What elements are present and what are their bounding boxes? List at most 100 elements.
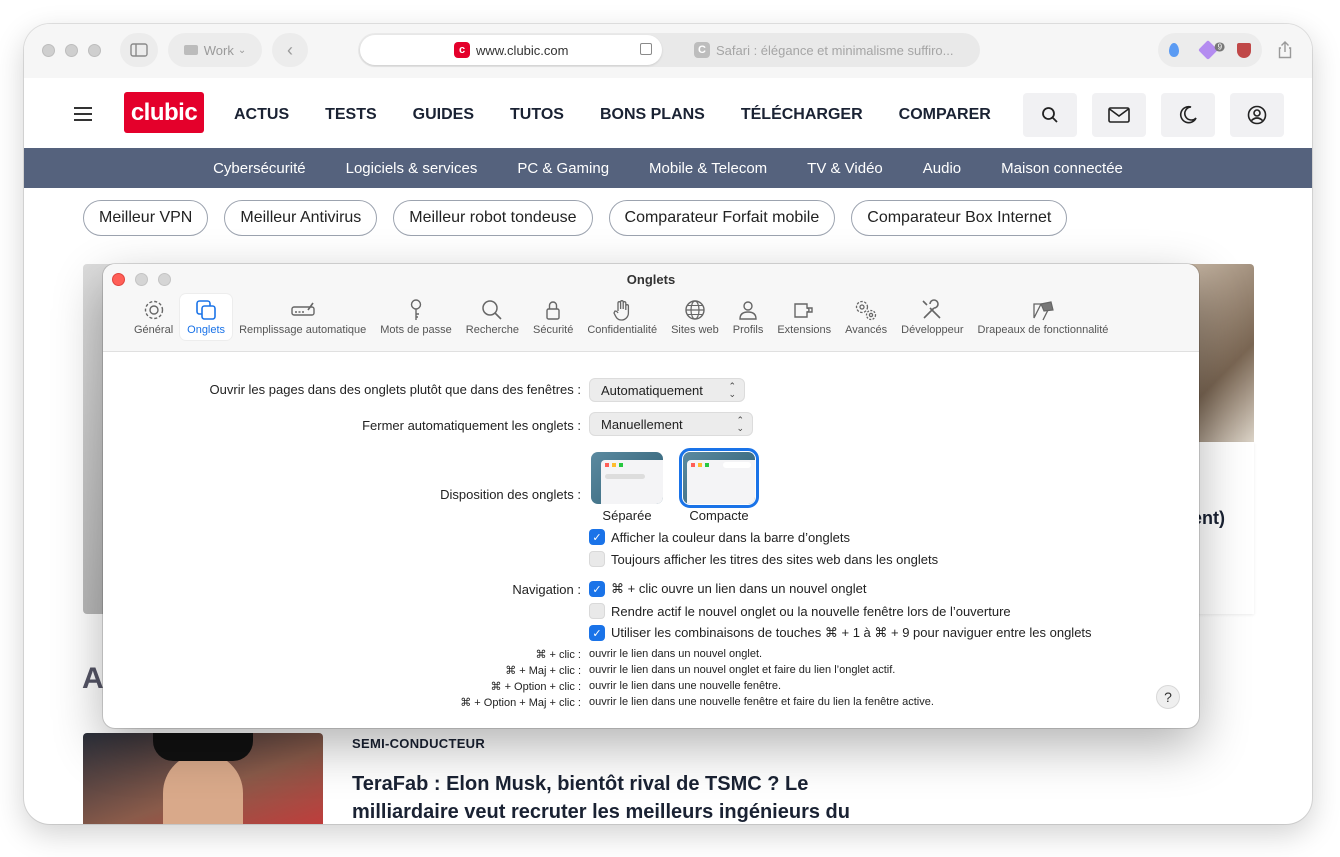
- moon-icon: [1180, 105, 1197, 124]
- checkbox-empty: [589, 603, 605, 619]
- cmd-click-checkbox[interactable]: ✓ ⌘ + clic ouvre un lien dans un nouvel …: [589, 581, 866, 597]
- thumb-dots: [605, 463, 623, 467]
- shield-extension-icon[interactable]: [1237, 42, 1251, 58]
- cmd-number-label: Utiliser les combinaisons de touches ⌘ +…: [611, 625, 1092, 640]
- search-button[interactable]: [1023, 93, 1077, 137]
- close-window-button[interactable]: [42, 44, 55, 57]
- open-pages-label: Ouvrir les pages dans des onglets plutôt…: [209, 382, 581, 397]
- menu-icon[interactable]: [74, 107, 92, 121]
- gears-icon: [856, 300, 877, 321]
- article-category[interactable]: SEMI-CONDUCTEUR: [352, 736, 485, 751]
- tab-profiles[interactable]: Profils: [726, 294, 771, 340]
- search-icon: [1042, 107, 1058, 123]
- article-image-face: [163, 753, 243, 824]
- help-button[interactable]: ?: [1156, 685, 1180, 709]
- chevron-left-icon: ‹: [287, 39, 293, 60]
- show-color-checkbox[interactable]: ✓ Afficher la couleur dans la barre d’on…: [589, 529, 850, 545]
- share-button[interactable]: [1268, 33, 1302, 67]
- profile-selector[interactable]: Work ⌄: [168, 33, 262, 67]
- search-icon: [482, 300, 502, 320]
- tab-websites-label: Sites web: [671, 324, 719, 336]
- layout-separated-thumb[interactable]: [591, 452, 663, 504]
- nav-item-telecharger[interactable]: TÉLÉCHARGER: [741, 106, 863, 124]
- chip-forfait-mobile[interactable]: Comparateur Forfait mobile: [608, 200, 836, 236]
- tab-websites[interactable]: Sites web: [664, 294, 726, 340]
- shortcut-key: ⌘ + Option + Maj + clic :: [460, 697, 581, 709]
- tab-advanced[interactable]: Avancés: [838, 294, 894, 340]
- checkmark-icon: ✓: [589, 581, 605, 597]
- nav-item-guides[interactable]: GUIDES: [413, 106, 474, 124]
- category-logiciels[interactable]: Logiciels & services: [346, 160, 478, 177]
- tab-developer[interactable]: Développeur: [894, 294, 970, 340]
- chip-meilleur-vpn[interactable]: Meilleur VPN: [83, 200, 209, 236]
- zoom-window-button[interactable]: [88, 44, 101, 57]
- extensions-group: 9: [1158, 33, 1262, 67]
- shortcut-desc: ouvrir le lien dans une nouvelle fenêtre…: [589, 680, 782, 692]
- sidebar-toggle-button[interactable]: [120, 33, 158, 67]
- chip-robot-tondeuse[interactable]: Meilleur robot tondeuse: [393, 200, 593, 236]
- nav-item-tutos[interactable]: TUTOS: [510, 106, 564, 124]
- mail-icon: [1108, 107, 1130, 123]
- layout-compact-thumb[interactable]: [679, 448, 759, 508]
- browser-toolbar: Work ⌄ ‹ c www.clubic.com C Safari : élé…: [24, 24, 1312, 78]
- nav-item-bons-plans[interactable]: BONS PLANS: [600, 106, 705, 124]
- category-mobile[interactable]: Mobile & Telecom: [649, 160, 767, 177]
- tab-privacy[interactable]: Confidentialité: [580, 294, 664, 340]
- gem-extension-icon[interactable]: 9: [1198, 40, 1226, 60]
- newsletter-button[interactable]: [1092, 93, 1146, 137]
- prefs-title: Onglets: [626, 272, 676, 287]
- article-image[interactable]: [83, 733, 323, 824]
- back-button[interactable]: ‹: [272, 33, 308, 67]
- tab-onglets[interactable]: Onglets: [180, 294, 233, 340]
- category-cybersecurite[interactable]: Cybersécurité: [213, 160, 306, 177]
- puzzle-icon: [794, 303, 813, 318]
- tab-search[interactable]: Recherche: [459, 294, 526, 340]
- updown-chevron-icon: ⌃ ⌄: [728, 381, 736, 399]
- tab-passwords[interactable]: Mots de passe: [373, 294, 459, 340]
- tab-security[interactable]: Sécurité: [526, 294, 580, 340]
- person-icon: [739, 301, 757, 320]
- chip-box-internet[interactable]: Comparateur Box Internet: [851, 200, 1068, 236]
- user-icon: [1247, 105, 1267, 125]
- auto-close-select[interactable]: Manuellement ⌃ ⌄: [589, 412, 753, 436]
- navigation-label: Navigation :: [512, 582, 581, 597]
- chip-meilleur-antivirus[interactable]: Meilleur Antivirus: [224, 200, 378, 236]
- category-pc-gaming[interactable]: PC & Gaming: [517, 160, 609, 177]
- nav-item-comparer[interactable]: COMPARER: [899, 106, 991, 124]
- category-tv-video[interactable]: TV & Vidéo: [807, 160, 883, 177]
- address-url[interactable]: www.clubic.com: [476, 43, 568, 58]
- make-active-checkbox[interactable]: Rendre actif le nouvel onglet ou la nouv…: [589, 603, 1011, 619]
- chevron-down-icon: ⌄: [237, 44, 247, 56]
- clubic-logo[interactable]: clubic: [124, 92, 204, 133]
- main-nav: ACTUS TESTS GUIDES TUTOS BONS PLANS TÉLÉ…: [234, 106, 991, 124]
- article-title[interactable]: TeraFab : Elon Musk, bientôt rival de TS…: [352, 770, 912, 824]
- cmd-number-checkbox[interactable]: ✓ Utiliser les combinaisons de touches ⌘…: [589, 625, 1092, 641]
- nav-item-tests[interactable]: TESTS: [325, 106, 377, 124]
- dark-mode-button[interactable]: [1161, 93, 1215, 137]
- article-image-cap: [153, 733, 253, 761]
- account-button[interactable]: [1230, 93, 1284, 137]
- category-audio[interactable]: Audio: [923, 160, 961, 177]
- always-show-titles-checkbox[interactable]: Toujours afficher les titres des sites w…: [589, 551, 938, 567]
- drop-extension-icon[interactable]: [1169, 43, 1179, 57]
- reader-icon[interactable]: [640, 43, 652, 55]
- shortcut-desc: ouvrir le lien dans un nouvel onglet et …: [589, 664, 896, 676]
- tab-extensions[interactable]: Extensions: [770, 294, 838, 340]
- tab-clubic[interactable]: c www.clubic.com: [360, 35, 662, 65]
- tab-autofill[interactable]: Remplissage automatique: [232, 294, 373, 340]
- category-maison[interactable]: Maison connectée: [1001, 160, 1123, 177]
- tab-feature-flags[interactable]: Drapeaux de fonctionnalité: [971, 294, 1116, 340]
- layout-separated-label: Séparée: [602, 508, 652, 523]
- open-pages-select[interactable]: Automatiquement ⌃ ⌄: [589, 378, 745, 402]
- profile-label: Work: [203, 42, 234, 58]
- make-active-label: Rendre actif le nouvel onglet ou la nouv…: [611, 603, 1011, 619]
- category-bar: Cybersécurité Logiciels & services PC & …: [24, 148, 1312, 188]
- key-icon: [410, 299, 422, 320]
- share-icon: [1278, 41, 1292, 59]
- nav-item-actus[interactable]: ACTUS: [234, 106, 289, 124]
- minimize-window-button[interactable]: [65, 44, 78, 57]
- checkmark-icon: ✓: [589, 625, 605, 641]
- tab-general[interactable]: Général: [127, 294, 180, 340]
- checkmark-icon: ✓: [589, 529, 605, 545]
- tab-safari-article[interactable]: C Safari : élégance et minimalisme suffi…: [694, 35, 976, 65]
